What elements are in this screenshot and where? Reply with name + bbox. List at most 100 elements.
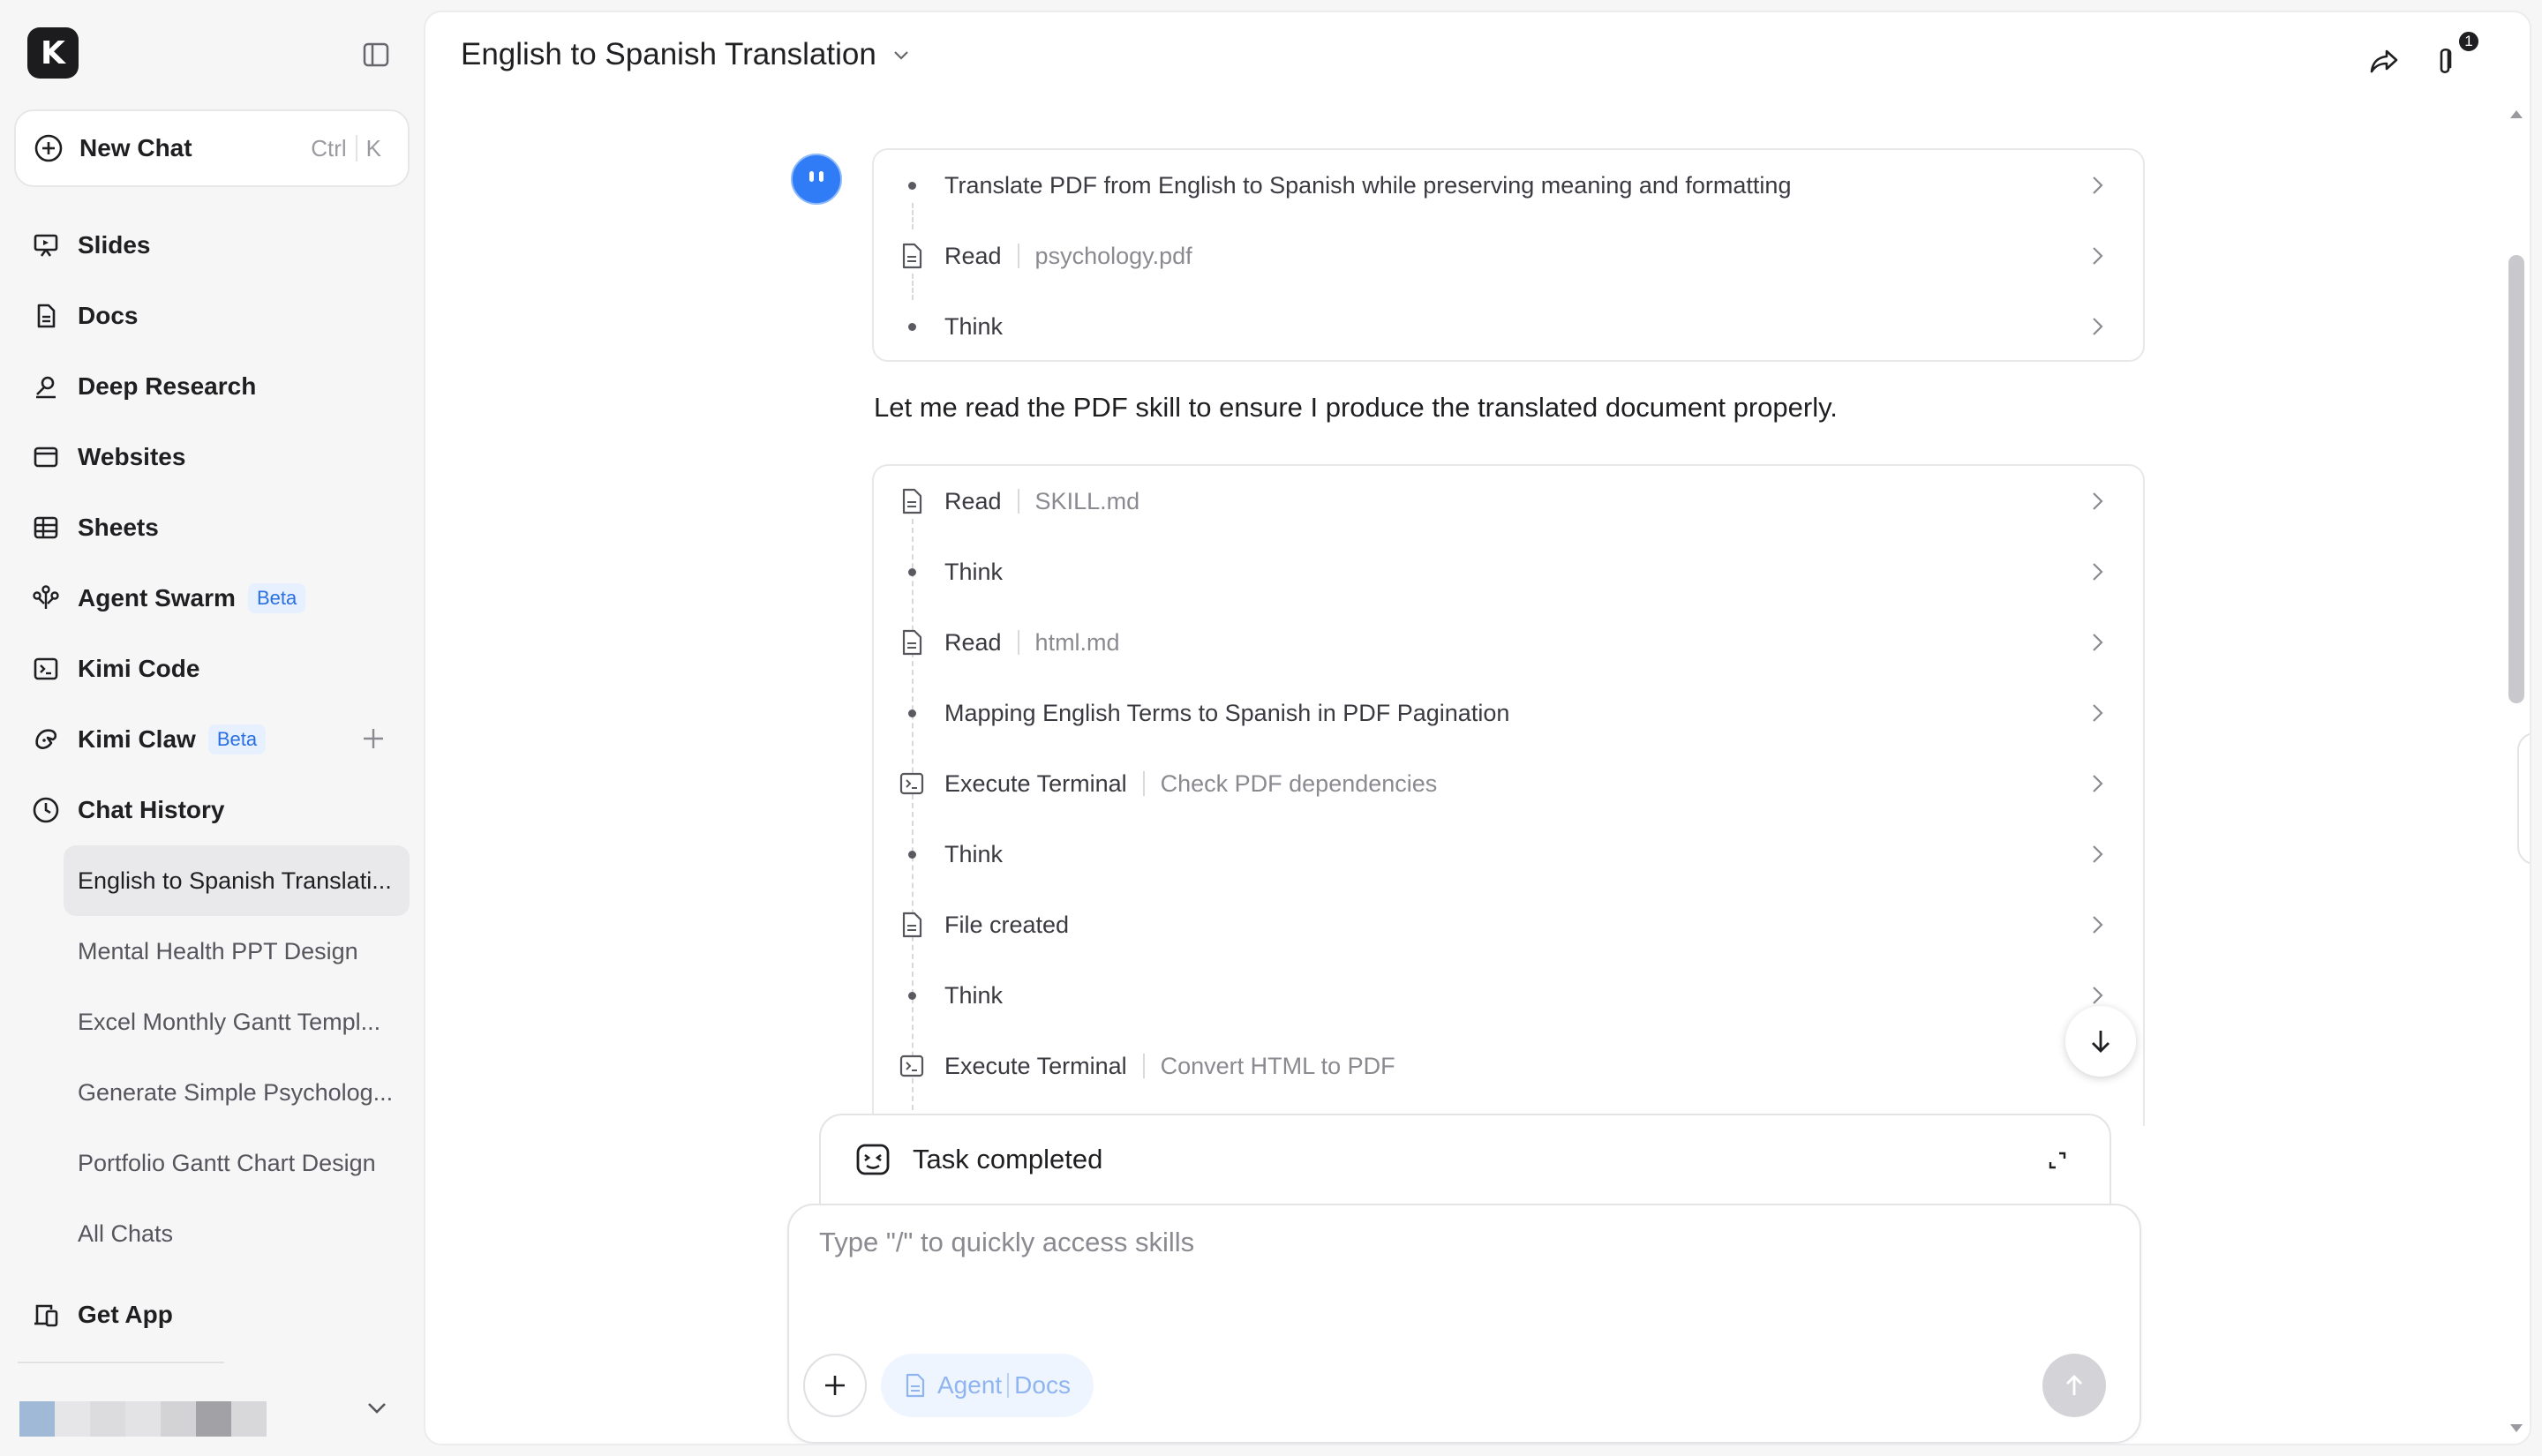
history-item[interactable]: Portfolio Gantt Chart Design: [64, 1128, 410, 1198]
step-row[interactable]: Read html.md: [874, 607, 2143, 678]
sidebar-item-label: Websites: [78, 443, 186, 470]
step-row[interactable]: Execute Terminal Check PDF dependencies: [874, 748, 2143, 819]
agent-docs-chip[interactable]: Agent Docs: [881, 1354, 1094, 1417]
account-menu-chevron-icon[interactable]: [362, 1392, 392, 1422]
step-detail: html.md: [1002, 629, 1120, 657]
add-claw-plus-icon[interactable]: [360, 725, 387, 752]
sidebar-item-sheets[interactable]: Sheets: [0, 492, 424, 563]
chip-docs-label: Docs: [1014, 1371, 1071, 1399]
tool-steps-card-2: Read SKILL.md Think Read html.md Mapping…: [872, 464, 2145, 1126]
sidebar-item-agent-swarm[interactable]: Agent Swarm Beta: [0, 563, 424, 634]
sidebar-item-label: Deep Research: [78, 372, 257, 400]
step-label: Read: [944, 628, 1002, 656]
step-row[interactable]: Think: [874, 960, 2143, 1031]
chevron-right-icon: [2087, 490, 2108, 513]
sidebar-toggle-icon[interactable]: [362, 41, 390, 69]
message-input[interactable]: [819, 1227, 2108, 1258]
sheets-icon: [30, 514, 62, 542]
file-icon: [897, 487, 927, 515]
attachment-clip-icon[interactable]: [2429, 42, 2461, 79]
step-label: Mapping English Terms to Spanish in PDF …: [944, 699, 1510, 726]
agent-swarm-icon: [30, 584, 62, 612]
step-row[interactable]: Read psychology.pdf: [874, 221, 2143, 291]
sidebar-item-label: Agent Swarm: [78, 584, 236, 612]
history-item[interactable]: Excel Monthly Gantt Templ...: [64, 987, 410, 1057]
step-row[interactable]: Read SKILL.md: [874, 466, 2143, 537]
chevron-right-icon: [2087, 913, 2108, 936]
step-label: Think: [944, 312, 1004, 340]
expand-icon[interactable]: [2046, 1149, 2069, 1172]
account-avatar-pixelated[interactable]: [19, 1401, 267, 1437]
attachment-count-badge: 1: [2457, 30, 2480, 53]
sidebar-item-chat-history[interactable]: Chat History: [0, 775, 424, 845]
step-row[interactable]: Think: [874, 537, 2143, 607]
terminal-icon: [897, 770, 927, 797]
file-icon: [897, 911, 927, 939]
task-status-bar[interactable]: Task completed: [819, 1114, 2111, 1205]
step-label: Read: [944, 242, 1002, 269]
scroll-down-arrow-icon[interactable]: [2508, 1422, 2524, 1435]
chat-title-dropdown[interactable]: English to Spanish Translation: [461, 37, 912, 72]
get-app-button[interactable]: Get App: [0, 1280, 424, 1350]
step-row[interactable]: File created: [874, 889, 2143, 960]
history-item[interactable]: English to Spanish Translati...: [64, 845, 410, 916]
sidebar-item-kimi-claw[interactable]: Kimi Claw Beta: [0, 704, 424, 775]
sidebar-item-label: Slides: [78, 231, 151, 259]
chevron-right-icon: [2087, 174, 2108, 197]
sidebar-item-label: Kimi Code: [78, 655, 200, 682]
chevron-right-icon: [2087, 560, 2108, 583]
scroll-to-bottom-button[interactable]: [2065, 1006, 2136, 1077]
step-label: Think: [944, 558, 1004, 585]
sidebar-item-deep-research[interactable]: Deep Research: [0, 351, 424, 422]
sidebar-item-label: Docs: [78, 302, 139, 329]
step-row[interactable]: Think: [874, 291, 2143, 362]
chevron-down-icon: [891, 44, 912, 65]
step-row[interactable]: Think: [874, 819, 2143, 889]
sidebar-item-slides[interactable]: Slides: [0, 210, 424, 281]
sidebar-nav: Slides Docs Deep Research Websites Sheet…: [0, 210, 424, 845]
bullet-dot-icon: [897, 322, 927, 331]
bullet-dot-icon: [897, 709, 927, 717]
deep-research-icon: [30, 372, 62, 401]
all-chats-link[interactable]: All Chats: [64, 1198, 410, 1269]
tool-steps-card-1: Translate PDF from English to Spanish wh…: [872, 148, 2145, 362]
message-composer: Agent Docs: [787, 1204, 2141, 1444]
add-attachment-button[interactable]: [803, 1354, 867, 1417]
chevron-right-icon: [2087, 702, 2108, 724]
slides-icon: [30, 231, 62, 259]
step-row[interactable]: Translate PDF from English to Spanish wh…: [874, 150, 2143, 221]
step-row[interactable]: Mapping English Terms to Spanish in PDF …: [874, 678, 2143, 748]
device-icon: [30, 1301, 62, 1329]
sidebar-item-websites[interactable]: Websites: [0, 422, 424, 492]
scroll-up-arrow-icon[interactable]: [2508, 108, 2524, 120]
chat-main-panel: English to Spanish Translation 1 Transla…: [424, 11, 2531, 1445]
step-detail: psychology.pdf: [1002, 243, 1192, 270]
new-chat-button[interactable]: New Chat Ctrl K: [14, 109, 410, 187]
task-status-label: Task completed: [913, 1144, 1103, 1175]
bullet-dot-icon: [897, 850, 927, 859]
arrow-down-icon: [2092, 1031, 2110, 1053]
chevron-right-icon: [2087, 843, 2108, 866]
chevron-right-icon: [2087, 315, 2108, 338]
claw-icon: [30, 725, 62, 754]
chevron-right-icon: [2087, 244, 2108, 267]
sidebar-item-docs[interactable]: Docs: [0, 281, 424, 351]
sidebar-item-label: Chat History: [78, 796, 225, 823]
history-item[interactable]: Mental Health PPT Design: [64, 916, 410, 987]
step-row[interactable]: Execute Terminal Convert HTML to PDF: [874, 1031, 2143, 1101]
send-button[interactable]: [2042, 1354, 2106, 1417]
sidebar-item-kimi-code[interactable]: Kimi Code: [0, 634, 424, 704]
history-item[interactable]: Generate Simple Psycholog...: [64, 1057, 410, 1128]
share-icon[interactable]: [2367, 44, 2401, 78]
step-label: File created: [944, 911, 1070, 938]
sidebar-item-label: Sheets: [78, 514, 159, 541]
beta-badge: Beta: [247, 583, 306, 613]
sidebar-divider: [18, 1362, 224, 1363]
side-panel-tab[interactable]: [2517, 732, 2530, 865]
beta-badge: Beta: [207, 724, 267, 754]
kimi-logo[interactable]: K: [27, 27, 79, 79]
scrollbar-thumb[interactable]: [2508, 255, 2524, 703]
robot-face-icon: [854, 1142, 891, 1177]
docs-icon: [30, 302, 62, 330]
clock-icon: [30, 795, 62, 825]
